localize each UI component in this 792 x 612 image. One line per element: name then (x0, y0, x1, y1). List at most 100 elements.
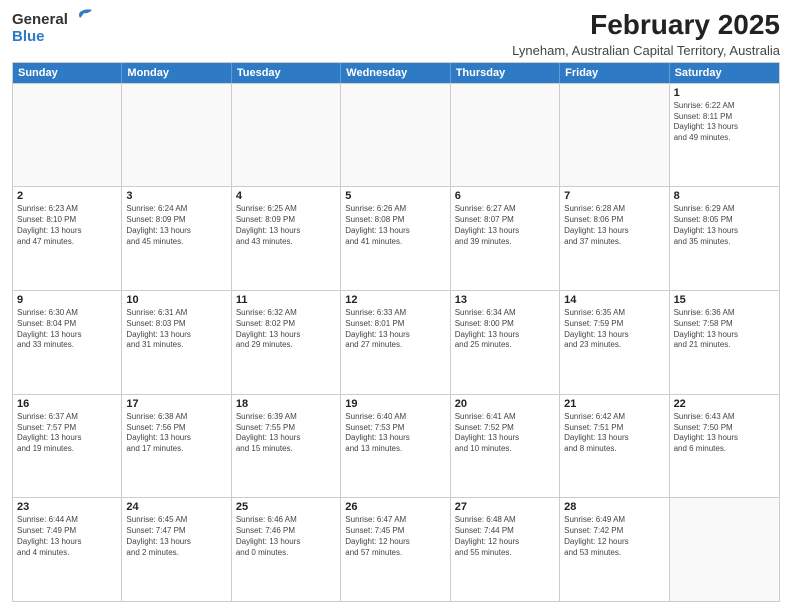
day-number-23: 23 (17, 501, 117, 513)
day-number-18: 18 (236, 398, 336, 410)
cal-cell-4-1: 24 Sunrise: 6:45 AM Sunset: 7:47 PM Dayli… (122, 498, 231, 601)
day-number-21: 21 (564, 398, 664, 410)
day-number-24: 24 (126, 501, 226, 513)
cal-cell-4-4: 27 Sunrise: 6:48 AM Sunset: 7:44 PM Dayli… (451, 498, 560, 601)
day-number-14: 14 (564, 294, 664, 306)
day-number-1: 1 (674, 87, 775, 99)
calendar-row-2: 9Sunrise: 6:30 AM Sunset: 8:04 PM Daylig… (13, 290, 779, 394)
calendar-subtitle: Lyneham, Australian Capital Territory, A… (512, 43, 780, 58)
cal-cell-2-0: 9Sunrise: 6:30 AM Sunset: 8:04 PM Daylig… (13, 291, 122, 394)
day-info-23: Sunrise: 6:44 AM Sunset: 7:49 PM Dayligh… (17, 515, 117, 558)
cal-cell-0-3 (341, 84, 450, 187)
day-number-11: 11 (236, 294, 336, 306)
day-number-3: 3 (126, 190, 226, 202)
header: General Blue February 2025 Lyneham, Aust… (12, 10, 780, 58)
day-info-8: Sunrise: 6:29 AM Sunset: 8:05 PM Dayligh… (674, 204, 775, 247)
cal-cell-1-5: 7 Sunrise: 6:28 AM Sunset: 8:06 PM Daylig… (560, 187, 669, 290)
day-info-5: Sunrise: 6:26 AM Sunset: 8:08 PM Dayligh… (345, 204, 445, 247)
cal-cell-4-6 (670, 498, 779, 601)
day-number-17: 17 (126, 398, 226, 410)
day-number-6: 6 (455, 190, 555, 202)
header-sunday: Sunday (13, 63, 122, 83)
day-info-14: Sunrise: 6:35 AM Sunset: 7:59 PM Dayligh… (564, 308, 664, 351)
day-number-27: 27 (455, 501, 555, 513)
cal-cell-4-2: 25 Sunrise: 6:46 AM Sunset: 7:46 PM Dayli… (232, 498, 341, 601)
day-number-8: 8 (674, 190, 775, 202)
day-number-22: 22 (674, 398, 775, 410)
logo: General Blue (12, 10, 94, 45)
day-info-21: Sunrise: 6:42 AM Sunset: 7:51 PM Dayligh… (564, 412, 664, 455)
day-info-20: Sunrise: 6:41 AM Sunset: 7:52 PM Dayligh… (455, 412, 555, 455)
day-info-9: Sunrise: 6:30 AM Sunset: 8:04 PM Dayligh… (17, 308, 117, 351)
day-number-10: 10 (126, 294, 226, 306)
day-number-5: 5 (345, 190, 445, 202)
cal-cell-0-5 (560, 84, 669, 187)
cal-cell-2-5: 14 Sunrise: 6:35 AM Sunset: 7:59 PM Dayli… (560, 291, 669, 394)
cal-cell-3-1: 17 Sunrise: 6:38 AM Sunset: 7:56 PM Dayli… (122, 395, 231, 498)
day-number-12: 12 (345, 294, 445, 306)
day-info-27: Sunrise: 6:48 AM Sunset: 7:44 PM Dayligh… (455, 515, 555, 558)
logo-general-text: General (12, 11, 68, 28)
cal-cell-2-6: 15 Sunrise: 6:36 AM Sunset: 7:58 PM Dayli… (670, 291, 779, 394)
cal-cell-4-0: 23 Sunrise: 6:44 AM Sunset: 7:49 PM Dayli… (13, 498, 122, 601)
day-info-6: Sunrise: 6:27 AM Sunset: 8:07 PM Dayligh… (455, 204, 555, 247)
day-info-7: Sunrise: 6:28 AM Sunset: 8:06 PM Dayligh… (564, 204, 664, 247)
day-info-16: Sunrise: 6:37 AM Sunset: 7:57 PM Dayligh… (17, 412, 117, 455)
title-block: February 2025 Lyneham, Australian Capita… (512, 10, 780, 58)
day-number-2: 2 (17, 190, 117, 202)
day-number-15: 15 (674, 294, 775, 306)
day-number-13: 13 (455, 294, 555, 306)
day-info-1: Sunrise: 6:22 AM Sunset: 8:11 PM Dayligh… (674, 101, 775, 144)
cal-cell-3-3: 19Sunrise: 6:40 AM Sunset: 7:53 PM Dayli… (341, 395, 450, 498)
calendar-row-0: 1 Sunrise: 6:22 AM Sunset: 8:11 PM Daylig… (13, 83, 779, 187)
cal-cell-0-6: 1 Sunrise: 6:22 AM Sunset: 8:11 PM Daylig… (670, 84, 779, 187)
day-info-18: Sunrise: 6:39 AM Sunset: 7:55 PM Dayligh… (236, 412, 336, 455)
day-info-26: Sunrise: 6:47 AM Sunset: 7:45 PM Dayligh… (345, 515, 445, 558)
day-info-15: Sunrise: 6:36 AM Sunset: 7:58 PM Dayligh… (674, 308, 775, 351)
day-number-28: 28 (564, 501, 664, 513)
cal-cell-2-4: 13Sunrise: 6:34 AM Sunset: 8:00 PM Dayli… (451, 291, 560, 394)
day-info-28: Sunrise: 6:49 AM Sunset: 7:42 PM Dayligh… (564, 515, 664, 558)
header-monday: Monday (122, 63, 231, 83)
cal-cell-1-0: 2 Sunrise: 6:23 AM Sunset: 8:10 PM Daylig… (13, 187, 122, 290)
cal-cell-2-3: 12 Sunrise: 6:33 AM Sunset: 8:01 PM Dayli… (341, 291, 450, 394)
day-info-10: Sunrise: 6:31 AM Sunset: 8:03 PM Dayligh… (126, 308, 226, 351)
page: General Blue February 2025 Lyneham, Aust… (0, 0, 792, 612)
cal-cell-0-2 (232, 84, 341, 187)
cal-cell-1-4: 6 Sunrise: 6:27 AM Sunset: 8:07 PM Daylig… (451, 187, 560, 290)
header-thursday: Thursday (451, 63, 560, 83)
day-number-16: 16 (17, 398, 117, 410)
day-info-12: Sunrise: 6:33 AM Sunset: 8:01 PM Dayligh… (345, 308, 445, 351)
day-number-20: 20 (455, 398, 555, 410)
day-info-3: Sunrise: 6:24 AM Sunset: 8:09 PM Dayligh… (126, 204, 226, 247)
calendar-header: Sunday Monday Tuesday Wednesday Thursday… (13, 63, 779, 83)
calendar-title: February 2025 (512, 10, 780, 41)
cal-cell-3-2: 18 Sunrise: 6:39 AM Sunset: 7:55 PM Dayli… (232, 395, 341, 498)
calendar-row-3: 16 Sunrise: 6:37 AM Sunset: 7:57 PM Dayli… (13, 394, 779, 498)
cal-cell-0-0 (13, 84, 122, 187)
cal-cell-1-6: 8 Sunrise: 6:29 AM Sunset: 8:05 PM Daylig… (670, 187, 779, 290)
day-info-25: Sunrise: 6:46 AM Sunset: 7:46 PM Dayligh… (236, 515, 336, 558)
cal-cell-1-2: 4Sunrise: 6:25 AM Sunset: 8:09 PM Daylig… (232, 187, 341, 290)
day-info-4: Sunrise: 6:25 AM Sunset: 8:09 PM Dayligh… (236, 204, 336, 247)
day-info-19: Sunrise: 6:40 AM Sunset: 7:53 PM Dayligh… (345, 412, 445, 455)
day-info-2: Sunrise: 6:23 AM Sunset: 8:10 PM Dayligh… (17, 204, 117, 247)
logo-blue-text: Blue (12, 28, 45, 45)
header-tuesday: Tuesday (232, 63, 341, 83)
cal-cell-4-3: 26 Sunrise: 6:47 AM Sunset: 7:45 PM Dayli… (341, 498, 450, 601)
cal-cell-0-4 (451, 84, 560, 187)
cal-cell-4-5: 28 Sunrise: 6:49 AM Sunset: 7:42 PM Dayli… (560, 498, 669, 601)
cal-cell-0-1 (122, 84, 231, 187)
cal-cell-2-1: 10 Sunrise: 6:31 AM Sunset: 8:03 PM Dayli… (122, 291, 231, 394)
day-info-22: Sunrise: 6:43 AM Sunset: 7:50 PM Dayligh… (674, 412, 775, 455)
day-number-25: 25 (236, 501, 336, 513)
calendar-row-1: 2 Sunrise: 6:23 AM Sunset: 8:10 PM Daylig… (13, 186, 779, 290)
calendar: Sunday Monday Tuesday Wednesday Thursday… (12, 62, 780, 602)
cal-cell-1-3: 5 Sunrise: 6:26 AM Sunset: 8:08 PM Daylig… (341, 187, 450, 290)
header-wednesday: Wednesday (341, 63, 450, 83)
day-number-7: 7 (564, 190, 664, 202)
cal-cell-3-6: 22 Sunrise: 6:43 AM Sunset: 7:50 PM Dayli… (670, 395, 779, 498)
day-info-24: Sunrise: 6:45 AM Sunset: 7:47 PM Dayligh… (126, 515, 226, 558)
day-number-26: 26 (345, 501, 445, 513)
day-info-17: Sunrise: 6:38 AM Sunset: 7:56 PM Dayligh… (126, 412, 226, 455)
